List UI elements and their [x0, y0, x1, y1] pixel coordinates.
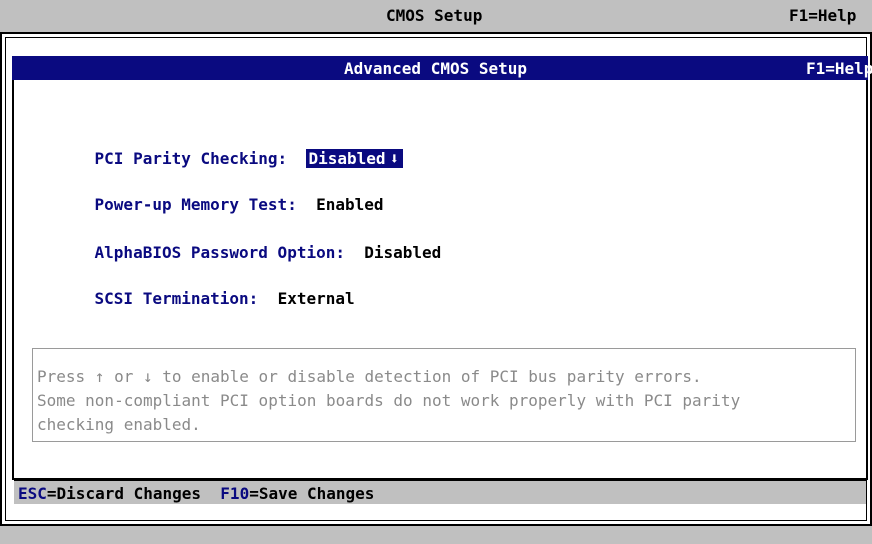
top-title: CMOS Setup — [386, 6, 483, 25]
panel-title-bar: Advanced CMOS Setup F1=Help — [12, 56, 872, 80]
top-title-bar: CMOS Setup F1=Help — [0, 0, 872, 30]
setting-value[interactable]: Disabled — [364, 243, 441, 262]
bottom-strip — [0, 526, 872, 544]
key-hints: ESC=Discard Changes F10=Save Changes — [18, 484, 374, 503]
f10-key: F10 — [220, 484, 250, 503]
setting-scsi-termination[interactable]: SCSI Termination: External — [56, 270, 355, 327]
help-line: Press ↑ or ↓ to enable or disable detect… — [37, 367, 702, 386]
esc-key: ESC — [18, 484, 47, 503]
panel-help-hint: F1=Help — [806, 59, 872, 78]
help-text-box: Press ↑ or ↓ to enable or disable detect… — [32, 348, 856, 442]
down-arrow-icon[interactable]: ⬇ — [390, 149, 400, 168]
setting-label: Power-up Memory Test: — [94, 195, 297, 214]
help-line: Some non-compliant PCI option boards do … — [37, 391, 741, 410]
save-changes-hint: =Save Changes — [249, 484, 375, 503]
setting-value: Disabled — [308, 149, 386, 168]
setting-label: PCI Parity Checking: — [94, 149, 288, 168]
setting-label: AlphaBIOS Password Option: — [94, 243, 345, 262]
pci-parity-dropdown[interactable]: Disabled ⬇ — [306, 149, 404, 168]
key-hints-bar: ESC=Discard Changes F10=Save Changes — [14, 480, 866, 504]
setting-value[interactable]: External — [278, 289, 355, 308]
top-help-hint: F1=Help — [789, 6, 857, 25]
panel-title: Advanced CMOS Setup — [344, 59, 528, 78]
cmos-setup-screen: CMOS Setup F1=Help Advanced CMOS Setup F… — [0, 0, 872, 544]
setting-value[interactable]: Enabled — [316, 195, 383, 214]
discard-changes-hint: =Discard Changes — [46, 484, 202, 503]
help-line: checking enabled. — [37, 415, 201, 434]
setting-label: SCSI Termination: — [94, 289, 259, 308]
